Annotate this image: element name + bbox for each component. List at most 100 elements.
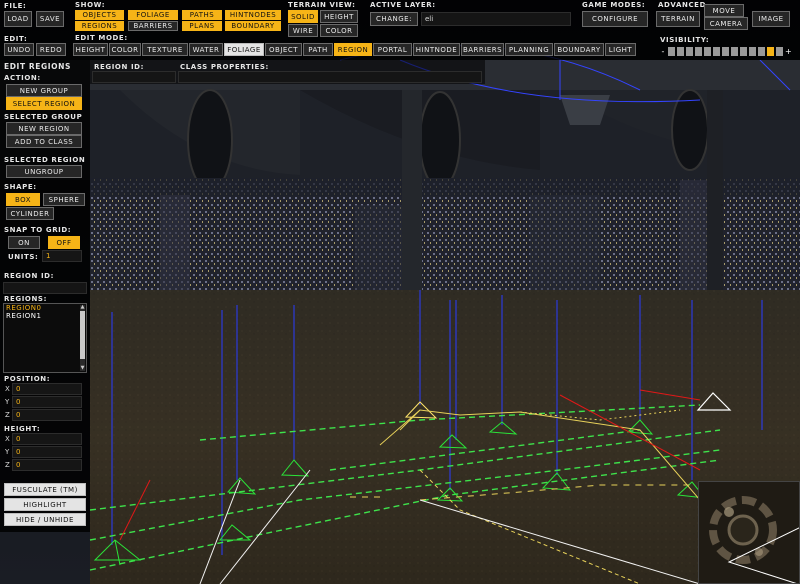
edit-mode-hintnode[interactable]: HintNode xyxy=(413,43,460,56)
ungroup-button[interactable]: Ungroup xyxy=(6,165,82,178)
regions-list[interactable]: Region0 Region1 ▲ ▼ xyxy=(3,303,87,373)
visibility-label: Visibility: xyxy=(660,36,710,44)
regions-scrollbar[interactable]: ▲ ▼ xyxy=(80,305,85,371)
header-region-id-field[interactable] xyxy=(92,71,176,83)
class-properties-field[interactable] xyxy=(178,71,482,83)
move-button[interactable]: Move xyxy=(704,4,744,17)
edit-mode-water[interactable]: Water xyxy=(189,43,223,56)
active-layer-field[interactable]: eli xyxy=(421,12,571,26)
units-label: Units: xyxy=(8,253,39,261)
load-button[interactable]: Load xyxy=(4,11,32,27)
terrain-advanced-button[interactable]: Terrain xyxy=(656,11,700,27)
select-region-button[interactable]: Select Region xyxy=(6,97,82,110)
edit-mode-foliage[interactable]: Foliage xyxy=(224,43,264,56)
snap-off-button[interactable]: Off xyxy=(48,236,80,249)
visibility-segment[interactable] xyxy=(758,47,765,56)
undo-button[interactable]: Undo xyxy=(4,43,34,56)
terrain-height-button[interactable]: Height xyxy=(320,10,358,23)
visibility-segment[interactable] xyxy=(749,47,756,56)
edit-mode-planning[interactable]: Planning xyxy=(505,43,553,56)
region-id-field[interactable] xyxy=(3,282,87,294)
show-toggle-plans[interactable]: Plans xyxy=(182,21,222,31)
edit-mode-object[interactable]: Object xyxy=(265,43,302,56)
show-toggle-objects[interactable]: Objects xyxy=(75,10,124,20)
selected-region-label: Selected Region xyxy=(4,156,86,164)
edit-mode-portal[interactable]: Portal xyxy=(373,43,412,56)
terrain-color-button[interactable]: Color xyxy=(320,24,358,37)
shape-sphere-button[interactable]: Sphere xyxy=(43,193,85,206)
shape-cylinder-button[interactable]: Cylinder xyxy=(6,207,54,220)
visibility-segment[interactable] xyxy=(695,47,702,56)
scroll-thumb[interactable] xyxy=(80,311,85,359)
visibility-segment[interactable] xyxy=(713,47,720,56)
terrain-solid-button[interactable]: Solid xyxy=(288,10,318,23)
terrain-wire-button[interactable]: Wire xyxy=(288,24,318,37)
position-z-label: Z xyxy=(5,411,10,419)
show-toggle-hintnodes[interactable]: HintNodes xyxy=(225,10,281,20)
position-z-field[interactable]: 0 xyxy=(12,409,82,421)
scroll-up-icon[interactable]: ▲ xyxy=(80,305,85,310)
height-y-field[interactable]: 0 xyxy=(12,446,82,458)
configure-button[interactable]: Configure xyxy=(582,11,648,27)
viewport-3d[interactable] xyxy=(0,0,800,584)
advanced-label: Advanced xyxy=(658,1,706,9)
visibility-segments[interactable] xyxy=(668,47,783,56)
visibility-segment[interactable] xyxy=(677,47,684,56)
edit-mode-texture[interactable]: Texture xyxy=(142,43,188,56)
visibility-plus[interactable]: + xyxy=(785,47,792,56)
show-label: Show: xyxy=(75,1,106,9)
save-button[interactable]: Save xyxy=(36,11,64,27)
visibility-segment[interactable] xyxy=(731,47,738,56)
camera-button[interactable]: Camera xyxy=(704,17,748,30)
edit-mode-boundary[interactable]: Boundary xyxy=(554,43,604,56)
action-label: Action: xyxy=(4,74,41,82)
height-x-field[interactable]: 0 xyxy=(12,433,82,445)
height-label: Height: xyxy=(4,425,41,433)
visibility-segment[interactable] xyxy=(767,47,774,56)
show-toggle-paths[interactable]: Paths xyxy=(182,10,222,20)
position-y-field[interactable]: 0 xyxy=(12,396,82,408)
visibility-segment[interactable] xyxy=(722,47,729,56)
edit-mode-barriers[interactable]: Barriers xyxy=(461,43,504,56)
add-to-class-button[interactable]: Add To Class xyxy=(6,135,82,148)
snap-on-button[interactable]: On xyxy=(8,236,40,249)
list-item[interactable]: Region1 xyxy=(4,312,86,320)
fusculate-button[interactable]: Fusculate (TM) xyxy=(4,483,86,496)
show-toggle-regions[interactable]: Regions xyxy=(75,21,124,31)
list-item[interactable]: Region0 xyxy=(4,304,86,312)
edit-label: Edit: xyxy=(4,35,28,43)
sidebar-title: Edit Regions xyxy=(4,62,71,71)
visibility-segment[interactable] xyxy=(740,47,747,56)
edit-mode-light[interactable]: Light xyxy=(605,43,636,56)
visibility-segment[interactable] xyxy=(776,47,783,56)
snap-to-grid-label: Snap To Grid: xyxy=(4,226,72,234)
new-group-button[interactable]: New Group xyxy=(6,84,82,97)
minimap[interactable] xyxy=(698,481,800,584)
shape-box-button[interactable]: Box xyxy=(6,193,40,206)
height-x-label: X xyxy=(5,435,10,443)
hide-unhide-button[interactable]: Hide / Unhide xyxy=(4,513,86,526)
change-layer-button[interactable]: Change: xyxy=(370,12,418,26)
regions-label: Regions: xyxy=(4,295,47,303)
edit-mode-height[interactable]: Height xyxy=(73,43,108,56)
scroll-down-icon[interactable]: ▼ xyxy=(80,366,85,371)
height-z-field[interactable]: 0 xyxy=(12,459,82,471)
position-x-field[interactable]: 0 xyxy=(12,383,82,395)
visibility-minus[interactable]: - xyxy=(660,47,666,56)
edit-mode-region[interactable]: Region xyxy=(334,43,372,56)
new-region-button[interactable]: New Region xyxy=(6,122,82,135)
visibility-segment[interactable] xyxy=(686,47,693,56)
image-button[interactable]: Image xyxy=(752,11,790,27)
units-field[interactable]: 1 xyxy=(42,250,82,262)
visibility-slider[interactable]: - + xyxy=(660,46,792,57)
highlight-button[interactable]: Highlight xyxy=(4,498,86,511)
show-toggle-boundary[interactable]: Boundary xyxy=(225,21,281,31)
visibility-segment[interactable] xyxy=(704,47,711,56)
show-toggle-foliage[interactable]: Foliage xyxy=(128,10,178,20)
redo-button[interactable]: Redo xyxy=(36,43,66,56)
show-toggle-barriers[interactable]: Barriers xyxy=(128,21,178,31)
edit-mode-path[interactable]: Path xyxy=(303,43,333,56)
visibility-segment[interactable] xyxy=(668,47,675,56)
class-properties-label: Class Properties: xyxy=(180,63,269,71)
edit-mode-color[interactable]: Color xyxy=(109,43,141,56)
